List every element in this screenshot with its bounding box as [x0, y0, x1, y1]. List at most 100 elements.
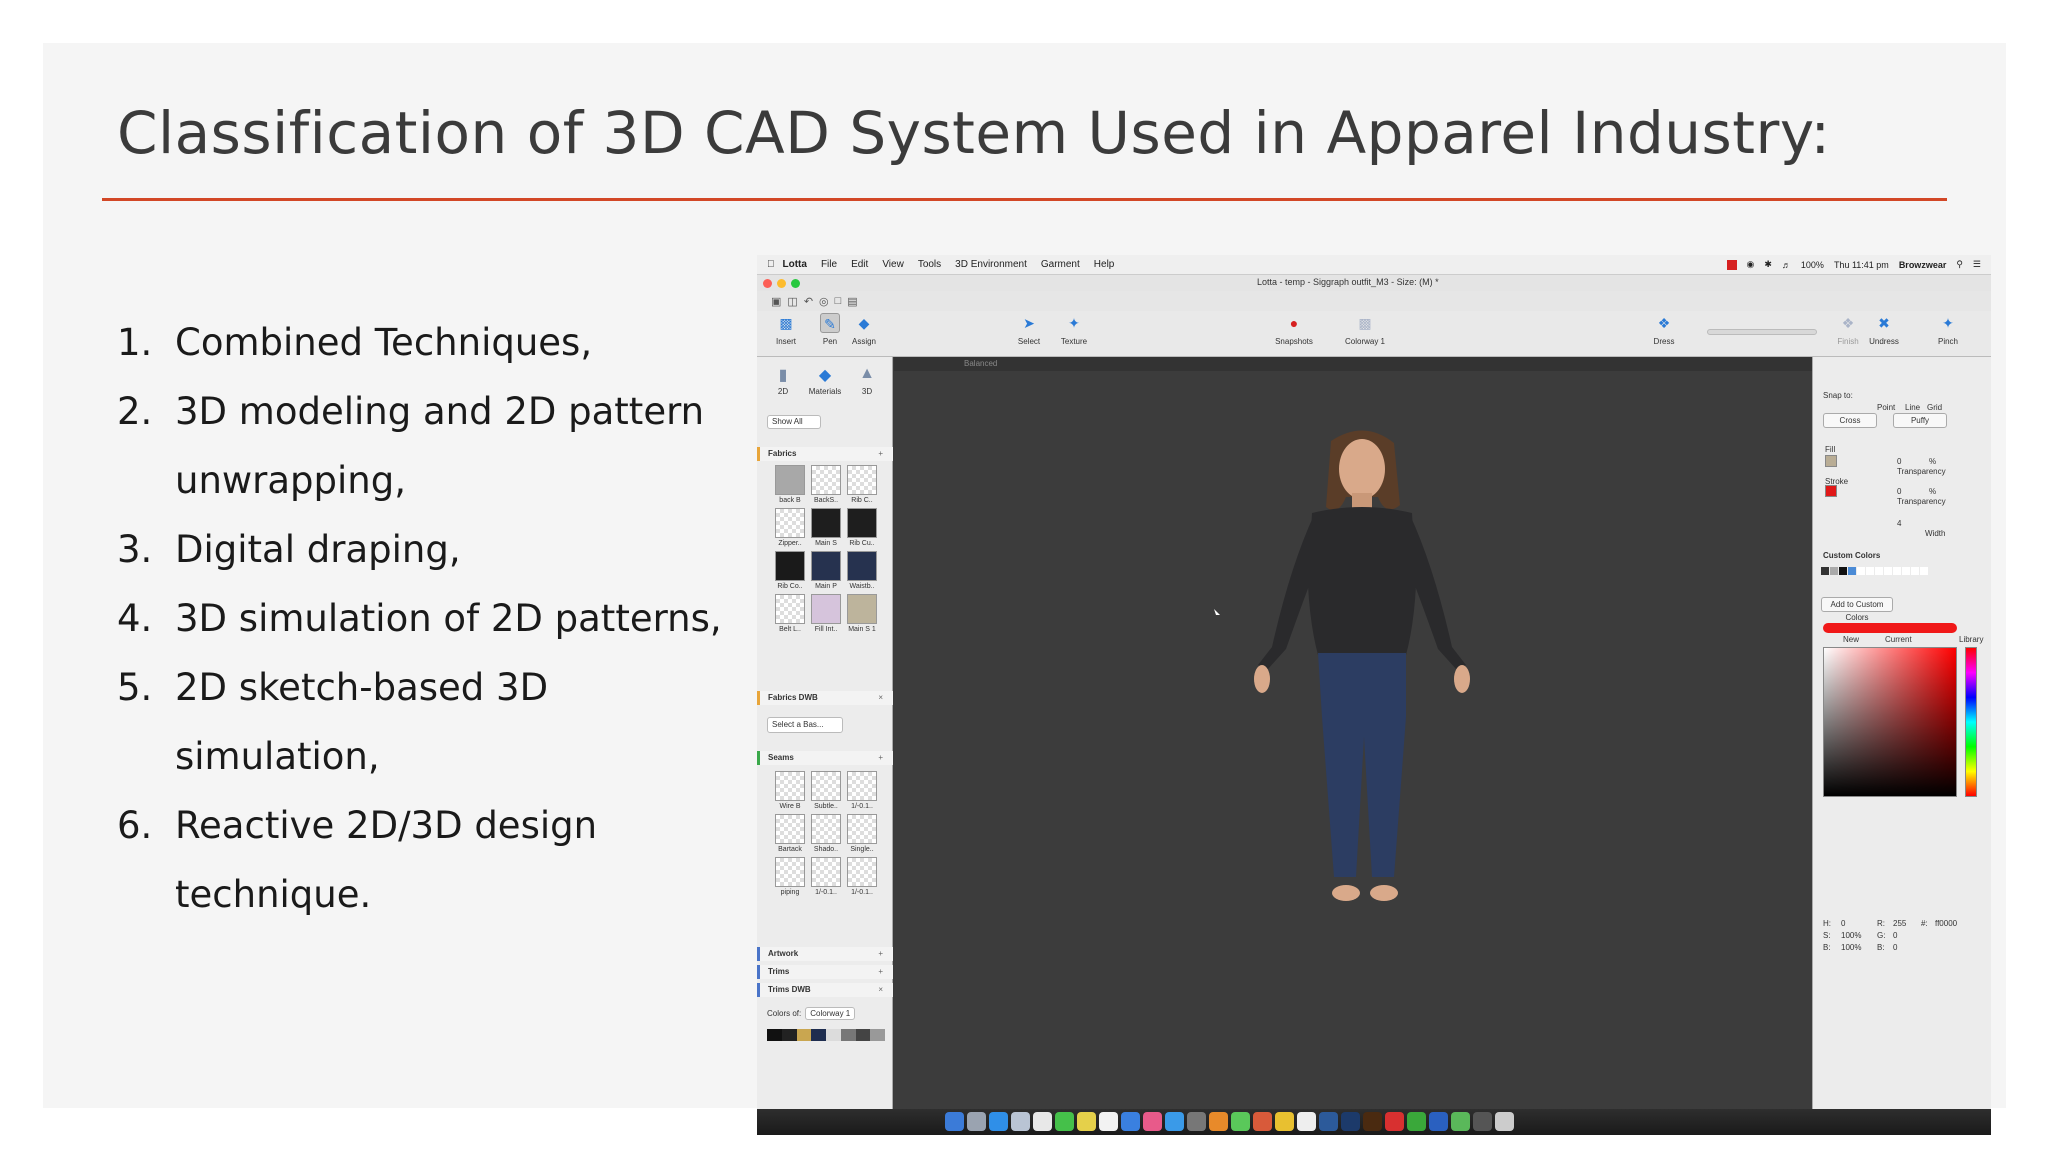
- safari-icon[interactable]: [989, 1112, 1008, 1131]
- artwork-section[interactable]: Artwork +: [757, 947, 893, 961]
- color-picker-field[interactable]: [1823, 647, 1957, 797]
- select-base-dropdown[interactable]: Select a Bas...: [767, 717, 843, 733]
- menu-help[interactable]: Help: [1094, 259, 1115, 270]
- fabric-swatch[interactable]: Main S: [809, 508, 843, 547]
- apple-icon[interactable]: : [767, 259, 775, 270]
- export-icon[interactable]: □: [835, 295, 842, 307]
- assign-tool[interactable]: ◆ Assign: [839, 313, 889, 346]
- bluetooth-icon[interactable]: ✱: [1764, 259, 1772, 270]
- fabric-swatch[interactable]: Main P: [809, 551, 843, 590]
- app-icon[interactable]: [1231, 1112, 1250, 1131]
- menu-garment[interactable]: Garment: [1041, 259, 1080, 270]
- fabric-swatch[interactable]: back B: [773, 465, 807, 504]
- snap-line-option[interactable]: Line: [1905, 403, 1920, 412]
- add-custom-colors-button[interactable]: Add to Custom Colors: [1821, 597, 1893, 622]
- snapshots-tool[interactable]: ● Snapshots: [1269, 313, 1319, 346]
- notes-icon[interactable]: [1077, 1112, 1096, 1131]
- app-icon[interactable]: [1407, 1112, 1426, 1131]
- custom-colors-grid[interactable]: [1821, 567, 1928, 575]
- hue-slider[interactable]: [1965, 647, 1977, 797]
- add-fabric-icon[interactable]: +: [878, 447, 883, 461]
- seam-swatch[interactable]: Wire B: [773, 771, 807, 810]
- user-menu[interactable]: Browzwear: [1899, 260, 1947, 270]
- app-icon[interactable]: [1253, 1112, 1272, 1131]
- close-icon[interactable]: ×: [878, 983, 883, 997]
- seam-swatch[interactable]: 1/-0.1..: [809, 857, 843, 896]
- tab-materials[interactable]: ◆ Materials: [805, 365, 845, 396]
- texture-tool[interactable]: ✦ Texture: [1049, 313, 1099, 346]
- close-icon[interactable]: ×: [878, 691, 883, 705]
- colorway-select[interactable]: ▩ Colorway 1: [1340, 313, 1390, 346]
- tab-2d[interactable]: ▮ 2D: [763, 365, 803, 396]
- record-icon[interactable]: [1726, 259, 1737, 270]
- reminders-icon[interactable]: [1099, 1112, 1118, 1131]
- hex-input[interactable]: ff0000: [1935, 919, 1957, 928]
- window-icon[interactable]: ▤: [847, 295, 857, 308]
- fabric-swatch[interactable]: Main S 1: [845, 594, 879, 633]
- menu-file[interactable]: File: [821, 259, 837, 270]
- menu-3d-environment[interactable]: 3D Environment: [955, 259, 1027, 270]
- seam-swatch[interactable]: piping: [773, 857, 807, 896]
- system-preferences-icon[interactable]: [1187, 1112, 1206, 1131]
- mail-icon[interactable]: [1011, 1112, 1030, 1131]
- g-input[interactable]: 0: [1893, 931, 1897, 940]
- wifi-icon[interactable]: ◉: [1747, 259, 1755, 270]
- width-value[interactable]: 4: [1897, 519, 1901, 528]
- fabric-swatch[interactable]: Belt L..: [773, 594, 807, 633]
- app-store-icon[interactable]: [1165, 1112, 1184, 1131]
- close-window-button[interactable]: [763, 278, 772, 288]
- pinch-tool[interactable]: ✦ Pinch: [1923, 313, 1973, 346]
- b-input[interactable]: 100%: [1841, 943, 1861, 952]
- app-icon[interactable]: [1451, 1112, 1470, 1131]
- undo-icon[interactable]: ↶: [804, 295, 813, 308]
- trash-icon[interactable]: [1495, 1112, 1514, 1131]
- trims-section[interactable]: Trims +: [757, 965, 893, 979]
- app-icon[interactable]: [1319, 1112, 1338, 1131]
- dress-progress-slider[interactable]: [1707, 329, 1817, 335]
- s-input[interactable]: 100%: [1841, 931, 1861, 940]
- menu-view[interactable]: View: [882, 259, 904, 270]
- custom-colors-header[interactable]: Custom Colors: [1823, 551, 1880, 560]
- zoom-window-button[interactable]: [791, 278, 800, 288]
- fabric-swatch[interactable]: Rib Cu..: [845, 508, 879, 547]
- save-icon[interactable]: ◫: [787, 295, 797, 308]
- seam-swatch[interactable]: Subtle..: [809, 771, 843, 810]
- illustrator-icon[interactable]: [1363, 1112, 1382, 1131]
- colorway-strip[interactable]: [767, 1029, 885, 1041]
- add-seam-icon[interactable]: +: [878, 751, 883, 765]
- fabrics-section[interactable]: Fabrics +: [757, 447, 893, 461]
- fill-color-swatch[interactable]: [1825, 455, 1837, 467]
- fabric-swatch[interactable]: Waistb..: [845, 551, 879, 590]
- undress-tool[interactable]: ✖ Undress: [1859, 313, 1909, 346]
- trims-dwb-section[interactable]: Trims DWB ×: [757, 983, 893, 997]
- select-tool[interactable]: ➤ Select: [1004, 313, 1054, 346]
- messages-icon[interactable]: [1055, 1112, 1074, 1131]
- calendar-icon[interactable]: [1033, 1112, 1052, 1131]
- clock[interactable]: Thu 11:41 pm: [1834, 260, 1889, 270]
- fabric-swatch[interactable]: BackS..: [809, 465, 843, 504]
- photos-icon[interactable]: [1121, 1112, 1140, 1131]
- fabric-swatch[interactable]: Rib C..: [845, 465, 879, 504]
- app-icon[interactable]: [1275, 1112, 1294, 1131]
- tab-3d[interactable]: ▲ 3D: [847, 365, 887, 396]
- fabric-swatch[interactable]: Zipper..: [773, 508, 807, 547]
- layout-icon[interactable]: ▣: [771, 295, 781, 308]
- library-label[interactable]: Library: [1959, 635, 1983, 644]
- blue-input[interactable]: 0: [1893, 943, 1897, 952]
- cross-button[interactable]: Cross: [1823, 413, 1877, 428]
- app-icon[interactable]: [1429, 1112, 1448, 1131]
- finder-icon[interactable]: [945, 1112, 964, 1131]
- colorway-dropdown[interactable]: Colorway 1: [805, 1007, 856, 1020]
- fill-transparency-value[interactable]: 0: [1897, 457, 1901, 466]
- camera-icon[interactable]: ◎: [819, 295, 829, 308]
- menu-edit[interactable]: Edit: [851, 259, 868, 270]
- list-icon[interactable]: ☰: [1973, 259, 1981, 270]
- add-trim-icon[interactable]: +: [878, 965, 883, 979]
- app-icon[interactable]: [1297, 1112, 1316, 1131]
- puffy-button[interactable]: Puffy: [1893, 413, 1947, 428]
- fabric-swatch[interactable]: Rib Co..: [773, 551, 807, 590]
- photoshop-icon[interactable]: [1341, 1112, 1360, 1131]
- add-artwork-icon[interactable]: +: [878, 947, 883, 961]
- app-icon[interactable]: [1385, 1112, 1404, 1131]
- fabrics-dwb-section[interactable]: Fabrics DWB ×: [757, 691, 893, 705]
